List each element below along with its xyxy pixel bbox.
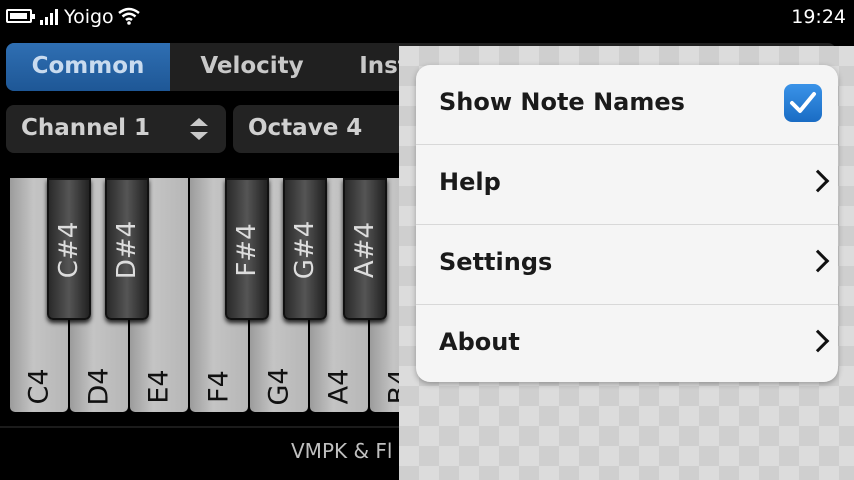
chevron-right-icon (806, 329, 830, 353)
key-label: D#4 (112, 220, 142, 280)
chevron-right-icon (806, 169, 830, 193)
key-label: C4 (23, 368, 55, 405)
menu-item-label: Settings (439, 248, 553, 276)
channel-selector[interactable]: Channel 1 (6, 105, 226, 153)
black-key-d-sharp4[interactable]: D#4 (105, 178, 149, 320)
status-bar: Yoigo 19:24 (0, 0, 854, 34)
menu-item-show-note-names[interactable]: Show Note Names (416, 65, 838, 144)
menu-item-about[interactable]: About (416, 304, 838, 382)
key-label: E4 (143, 369, 175, 404)
key-label: C#4 (54, 221, 84, 279)
key-label: F#4 (232, 223, 262, 277)
menu-item-help[interactable]: Help (416, 144, 838, 223)
chevron-right-icon (806, 249, 830, 273)
up-down-arrows-icon (190, 118, 208, 140)
key-label: A4 (323, 368, 355, 405)
app-menu: Show Note Names Help Settings About (416, 65, 838, 382)
black-key-f-sharp4[interactable]: F#4 (225, 178, 269, 320)
operator-name: Yoigo (64, 6, 114, 28)
key-label: G#4 (290, 220, 320, 280)
channel-value: Channel 1 (21, 115, 151, 141)
piano-keyboard: C4 D4 E4 F4 G4 A4 B4 C#4 D#4 F#4 G#4 A#4 (10, 178, 430, 412)
octave-value: Octave 4 (248, 115, 363, 141)
menu-item-settings[interactable]: Settings (416, 224, 838, 303)
tab-velocity[interactable]: Velocity (170, 43, 334, 91)
tab-common[interactable]: Common (6, 43, 170, 91)
black-key-c-sharp4[interactable]: C#4 (47, 178, 91, 320)
menu-item-label: About (439, 328, 520, 356)
key-label: F4 (203, 370, 235, 403)
wifi-icon (118, 7, 140, 25)
menu-item-label: Show Note Names (439, 88, 685, 116)
show-note-names-checkbox[interactable] (784, 84, 822, 122)
battery-icon (6, 9, 35, 23)
signal-icon (40, 9, 60, 25)
key-label: G4 (263, 367, 295, 406)
footer-text: VMPK & Fl (291, 439, 393, 463)
key-label: A#4 (350, 221, 380, 279)
black-key-a-sharp4[interactable]: A#4 (343, 178, 387, 320)
key-label: D4 (83, 367, 115, 406)
black-key-g-sharp4[interactable]: G#4 (283, 178, 327, 320)
clock: 19:24 (791, 6, 846, 28)
menu-item-label: Help (439, 168, 501, 196)
